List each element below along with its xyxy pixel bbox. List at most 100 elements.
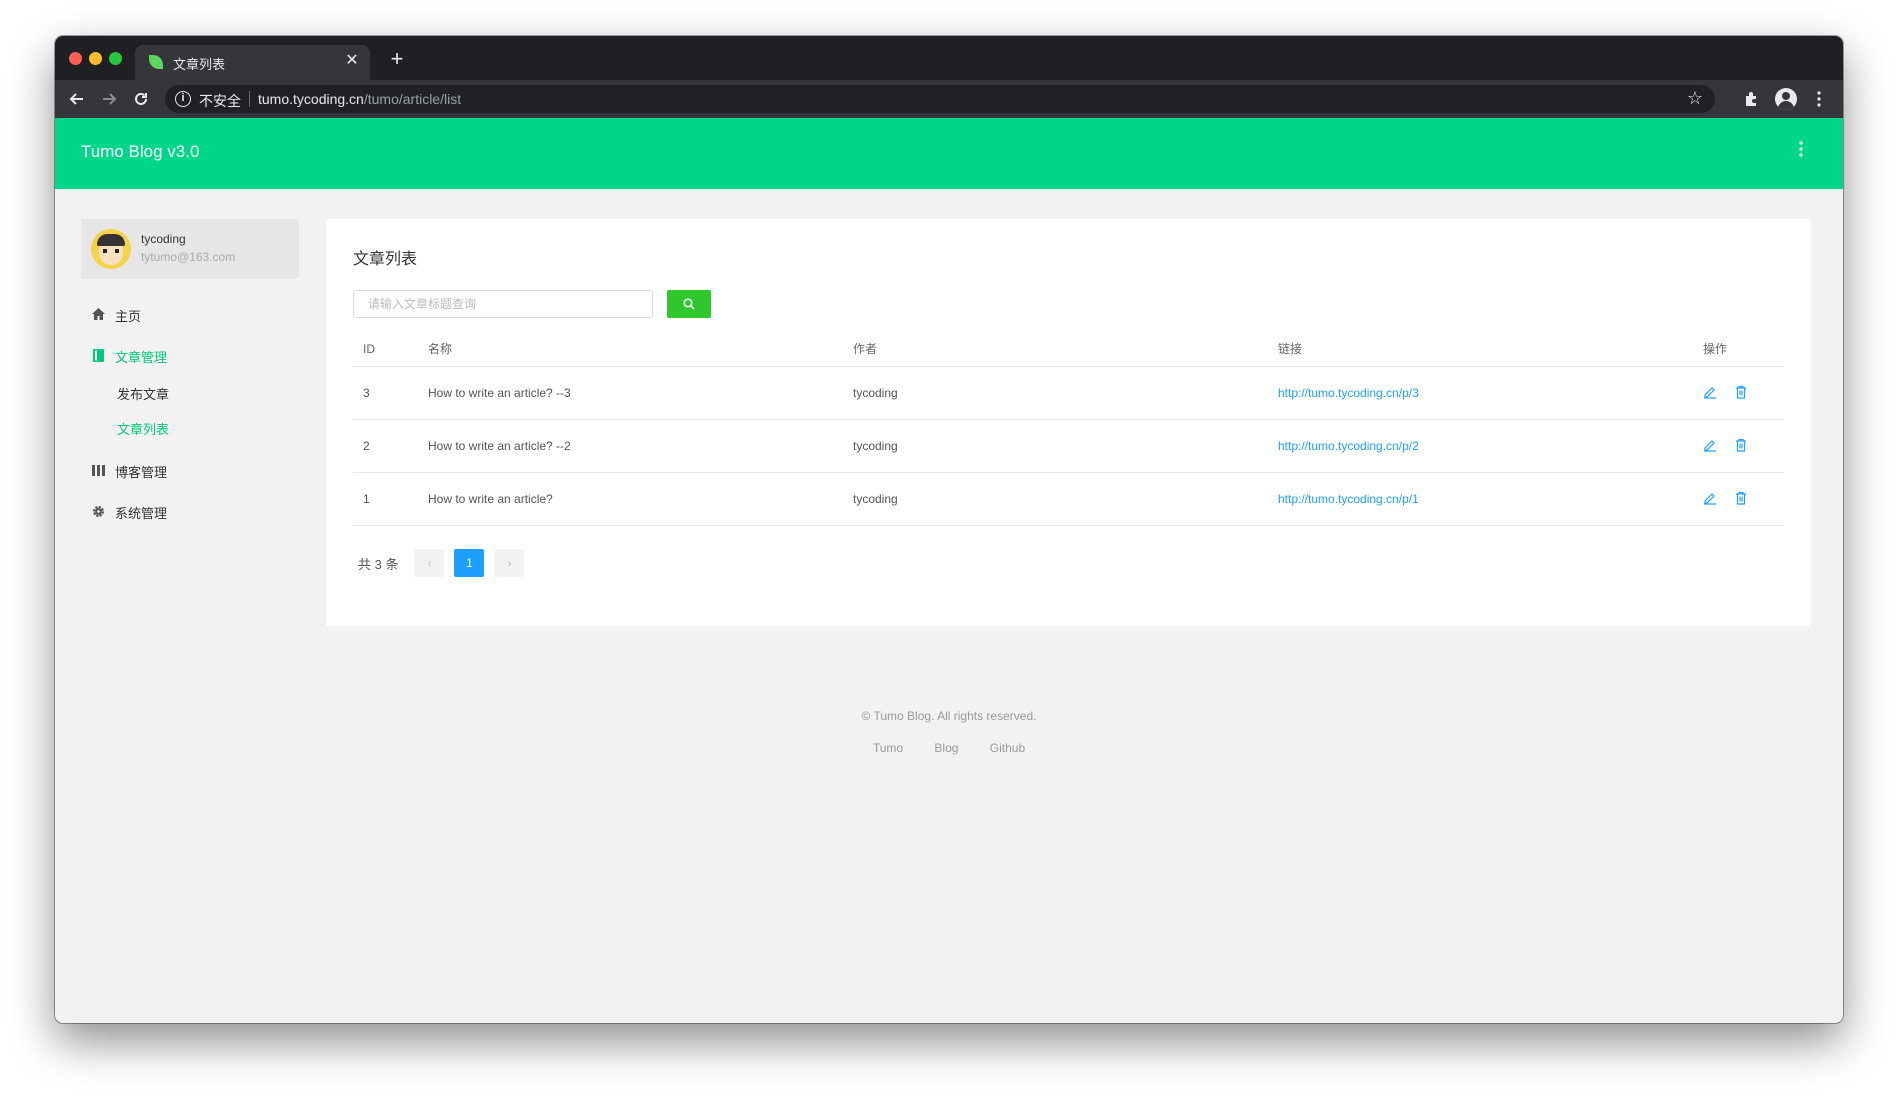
- avatar: [91, 229, 131, 269]
- edit-icon[interactable]: [1703, 491, 1719, 507]
- back-button[interactable]: [65, 87, 89, 111]
- app-title[interactable]: Tumo Blog v3.0: [81, 142, 199, 162]
- address-bar[interactable]: i 不安全 tumo.tycoding.cn/tumo/article/list…: [165, 85, 1715, 113]
- cell-name: How to write an article? --2: [418, 419, 843, 473]
- bars-icon: [91, 464, 105, 479]
- delete-icon[interactable]: [1734, 385, 1750, 401]
- browser-tab[interactable]: 文章列表 ✕: [135, 45, 370, 80]
- sidebar: tycoding tytumo@163.com 主页 文章管理 发布文章 文章列…: [81, 219, 299, 533]
- column-header-name: 名称: [418, 332, 843, 367]
- profile-avatar-icon[interactable]: [1775, 88, 1797, 110]
- cell-name: How to write an article?: [418, 472, 843, 526]
- browser-menu-icon[interactable]: [1807, 87, 1831, 111]
- column-header-author: 作者: [843, 332, 1268, 367]
- gear-icon: [91, 505, 105, 521]
- arrow-left-icon: [69, 93, 83, 105]
- page-title: 文章列表: [353, 251, 418, 268]
- bookmark-star-icon[interactable]: ☆: [1687, 88, 1703, 109]
- reload-button[interactable]: [129, 87, 153, 111]
- cell-author: tycoding: [843, 366, 1268, 420]
- close-window-button[interactable]: [69, 52, 82, 65]
- sidebar-item-system[interactable]: 系统管理: [81, 492, 299, 533]
- cell-id: 1: [353, 472, 418, 526]
- delete-icon[interactable]: [1734, 438, 1750, 454]
- search-input[interactable]: [353, 290, 653, 318]
- browser-toolbar: i 不安全 tumo.tycoding.cn/tumo/article/list…: [55, 80, 1843, 118]
- sidebar-item-home[interactable]: 主页: [81, 295, 299, 336]
- sidebar-subitem-publish[interactable]: 发布文章: [81, 377, 299, 412]
- edit-icon[interactable]: [1703, 438, 1719, 454]
- sidebar-item-label: 文章管理: [115, 350, 168, 365]
- footer-link-github[interactable]: Github: [990, 741, 1025, 755]
- cell-actions: [1693, 419, 1784, 473]
- tab-title: 文章列表: [173, 57, 226, 72]
- address-divider: [249, 91, 250, 107]
- cell-link: http://tumo.tycoding.cn/p/3: [1268, 366, 1693, 420]
- home-icon: [91, 308, 105, 323]
- book-icon: [91, 348, 105, 365]
- cell-actions: [1693, 366, 1784, 420]
- tab-strip: 文章列表 ✕ +: [55, 36, 1843, 80]
- edit-icon[interactable]: [1703, 385, 1719, 401]
- sidebar-item-label: 主页: [115, 309, 142, 324]
- sidebar-subitem-article-list[interactable]: 文章列表: [81, 412, 299, 447]
- new-tab-button[interactable]: +: [385, 48, 409, 72]
- footer-copyright: © Tumo Blog. All rights reserved.: [861, 709, 1037, 723]
- delete-icon[interactable]: [1734, 491, 1750, 507]
- footer-links: Tumo Blog Github: [55, 741, 1843, 755]
- pagination-prev-button[interactable]: ‹: [414, 549, 445, 577]
- url-host: tumo.tycoding.cn: [258, 91, 364, 107]
- article-list-card: 文章列表 ID 名称 作者 链接 操作 3 How to write an ar…: [326, 219, 1811, 626]
- user-email: tytumo@163.com: [141, 250, 236, 264]
- maximize-window-button[interactable]: [109, 52, 122, 65]
- search-button[interactable]: [667, 290, 711, 318]
- column-header-actions: 操作: [1693, 332, 1784, 367]
- footer-link-tumo[interactable]: Tumo: [873, 741, 903, 755]
- article-link[interactable]: http://tumo.tycoding.cn/p/2: [1278, 439, 1419, 453]
- pagination-next-button[interactable]: ›: [494, 549, 525, 577]
- app-header: Tumo Blog v3.0: [55, 118, 1843, 189]
- table-row: 1 How to write an article? tycoding http…: [353, 472, 1784, 526]
- cell-name: How to write an article? --3: [418, 366, 843, 420]
- extensions-puzzle-icon[interactable]: [1739, 87, 1763, 111]
- insecure-label: 不安全: [199, 93, 241, 109]
- sidebar-item-blog[interactable]: 博客管理: [81, 451, 299, 492]
- search-icon: [683, 298, 695, 310]
- cell-author: tycoding: [843, 472, 1268, 526]
- footer-link-blog[interactable]: Blog: [934, 741, 958, 755]
- sidebar-item-articles[interactable]: 文章管理: [81, 336, 299, 377]
- tab-close-icon[interactable]: ✕: [342, 51, 362, 71]
- sidebar-menu: 主页 文章管理 发布文章 文章列表 博客管理 系统管理: [81, 295, 299, 533]
- table-row: 3 How to write an article? --3 tycoding …: [353, 366, 1784, 420]
- column-header-id: ID: [353, 332, 418, 367]
- article-link[interactable]: http://tumo.tycoding.cn/p/1: [1278, 492, 1419, 506]
- cell-id: 2: [353, 419, 418, 473]
- more-vertical-icon[interactable]: [1799, 140, 1803, 163]
- minimize-window-button[interactable]: [89, 52, 102, 65]
- forward-button[interactable]: [97, 87, 121, 111]
- leaf-favicon-icon: [149, 55, 163, 69]
- pagination-page-button[interactable]: 1: [454, 549, 485, 577]
- pagination-total: 共 3 条: [358, 556, 399, 572]
- browser-window: 文章列表 ✕ + i 不安全 tumo.tycoding.cn/tumo/art…: [55, 36, 1843, 1023]
- cell-actions: [1693, 472, 1784, 526]
- cell-author: tycoding: [843, 419, 1268, 473]
- user-name: tycoding: [141, 232, 186, 246]
- user-card: tycoding tytumo@163.com: [81, 219, 299, 279]
- column-header-link: 链接: [1268, 332, 1693, 367]
- article-link[interactable]: http://tumo.tycoding.cn/p/3: [1278, 386, 1419, 400]
- url-text[interactable]: tumo.tycoding.cn/tumo/article/list: [258, 91, 461, 107]
- sidebar-item-label: 博客管理: [115, 465, 168, 480]
- url-path: /tumo/article/list: [363, 91, 462, 107]
- sidebar-item-label: 系统管理: [115, 506, 168, 521]
- reload-icon: [135, 92, 147, 105]
- arrow-right-icon: [103, 93, 117, 105]
- cell-link: http://tumo.tycoding.cn/p/2: [1268, 419, 1693, 473]
- info-icon[interactable]: i: [175, 91, 191, 107]
- pagination: 共 3 条 ‹ 1 ›: [353, 549, 534, 577]
- cell-link: http://tumo.tycoding.cn/p/1: [1268, 472, 1693, 526]
- articles-table: ID 名称 作者 链接 操作 3 How to write an article…: [353, 332, 1784, 526]
- table-header-row: ID 名称 作者 链接 操作: [353, 332, 1784, 367]
- cell-id: 3: [353, 366, 418, 420]
- table-row: 2 How to write an article? --2 tycoding …: [353, 419, 1784, 473]
